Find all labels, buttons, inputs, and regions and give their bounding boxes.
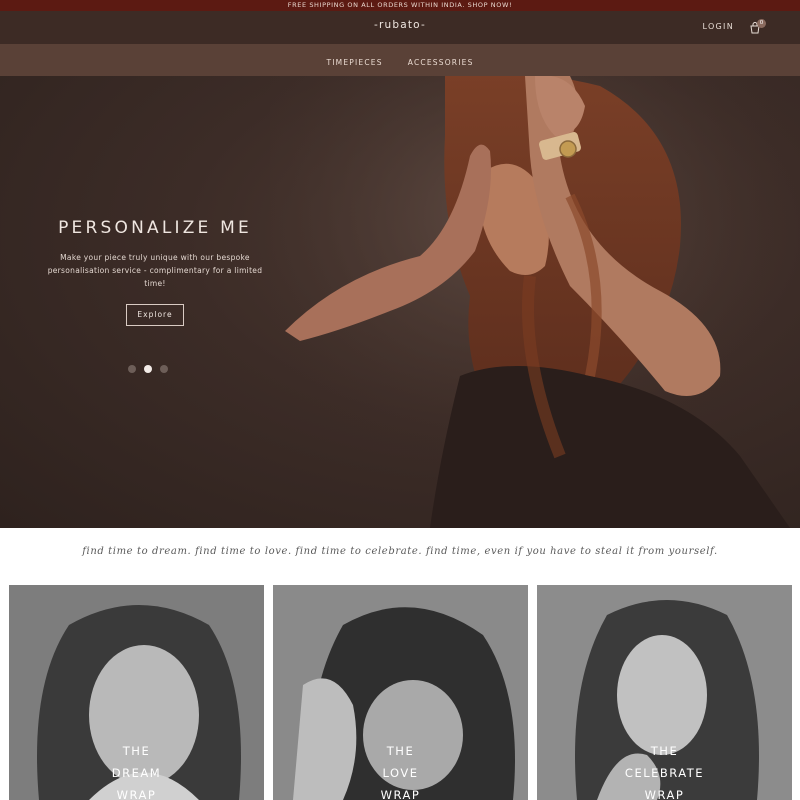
card-dream-wrap[interactable]: THE DREAM WRAP bbox=[9, 585, 264, 800]
main-nav: TIMEPIECES ACCESSORIES bbox=[0, 44, 800, 76]
slider-dot-3[interactable] bbox=[160, 365, 169, 373]
card-dream-line1: THE bbox=[122, 744, 151, 758]
card-love-line1: THE bbox=[386, 744, 415, 758]
card-celebrate-wrap[interactable]: THE CELEBRATE WRAP bbox=[537, 585, 792, 800]
login-link[interactable]: LOGIN bbox=[702, 22, 734, 31]
site-logo[interactable]: -rubato- bbox=[0, 19, 800, 31]
nav-item-timepieces[interactable]: TIMEPIECES bbox=[326, 47, 382, 79]
slider-dot-1[interactable] bbox=[128, 365, 136, 373]
card-celebrate-line2: CELEBRATE bbox=[624, 766, 705, 780]
cart-count-badge: 0 bbox=[757, 19, 766, 28]
hero-model-photo bbox=[270, 76, 800, 528]
site-header: -rubato- LOGIN 0 bbox=[0, 11, 800, 44]
card-celebrate-line3: WRAP bbox=[644, 788, 685, 800]
hero-title: PERSONALIZE ME bbox=[58, 218, 252, 238]
slider-dots bbox=[128, 358, 171, 377]
explore-button[interactable]: Explore bbox=[126, 304, 184, 326]
nav-item-accessories[interactable]: ACCESSORIES bbox=[408, 47, 474, 79]
announcement-bar[interactable]: FREE SHIPPING ON ALL ORDERS WITHIN INDIA… bbox=[0, 0, 800, 11]
hero-slider: PERSONALIZE ME Make your piece truly uni… bbox=[0, 76, 800, 528]
hero-content: PERSONALIZE ME Make your piece truly uni… bbox=[40, 218, 270, 326]
tagline: find time to dream. find time to love. f… bbox=[82, 546, 718, 557]
collection-cards: THE DREAM WRAP THE LOVE WRAP THE CELEBRA… bbox=[9, 585, 793, 800]
card-love-wrap[interactable]: THE LOVE WRAP bbox=[273, 585, 528, 800]
card-love-line3: WRAP bbox=[380, 788, 421, 800]
hero-description: Make your piece truly unique with our be… bbox=[47, 253, 263, 288]
card-dream-line3: WRAP bbox=[116, 788, 157, 800]
slider-dot-2[interactable] bbox=[144, 365, 153, 373]
card-celebrate-line1: THE bbox=[650, 744, 679, 758]
card-dream-line2: DREAM bbox=[111, 766, 162, 780]
card-love-line2: LOVE bbox=[382, 766, 419, 780]
